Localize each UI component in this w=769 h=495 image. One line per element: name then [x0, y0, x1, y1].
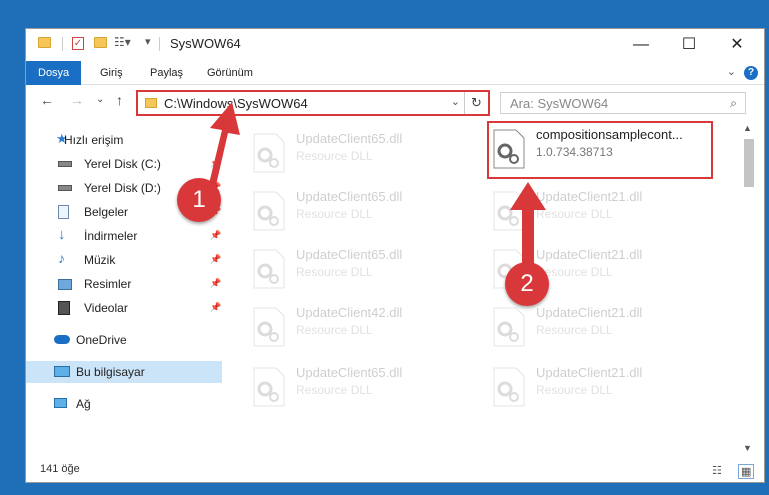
arrow-to-address-bar [207, 102, 240, 194]
annotation-arrows [207, 102, 546, 272]
arrow-to-file [510, 182, 546, 272]
step-badge-2: 2 [505, 262, 549, 306]
step-badge-1: 1 [177, 178, 221, 222]
